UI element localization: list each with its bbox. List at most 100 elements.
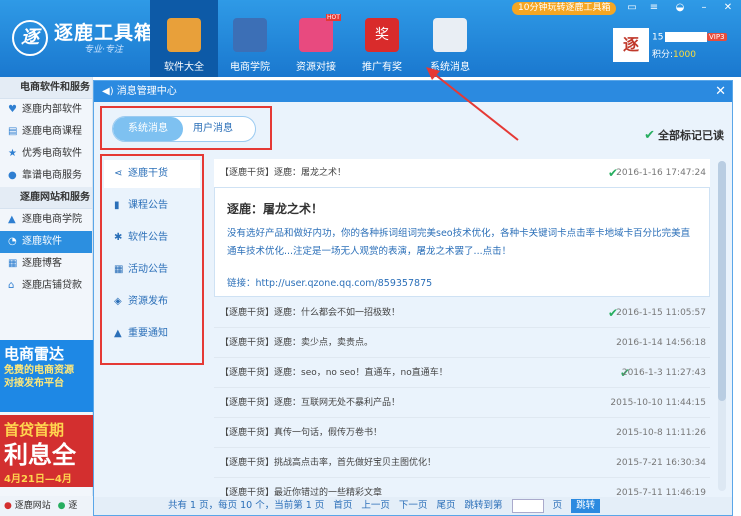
minimize-icon[interactable]: –: [696, 2, 712, 14]
list-item[interactable]: 【逐鹿干货】逐鹿：seo，no seo！直通车，no直通车！ ✔ 2016-1-3 …: [214, 359, 710, 388]
message-title: 【逐鹿干货】逐鹿：什么都会不如一招极致！: [220, 308, 401, 318]
tutorial-button[interactable]: 10分钟玩转逐鹿工具箱: [512, 2, 616, 15]
more-link[interactable]: 逐: [68, 501, 77, 511]
pager-last[interactable]: 尾页: [436, 497, 455, 515]
top-bar: 逐 逐鹿工具箱 专业·专注 软件大全 电商学院 HOT 资源对接 奖 推广有奖 …: [0, 0, 741, 77]
sidebar-item-label: 优秀电商软件: [22, 148, 82, 159]
tab-system-messages[interactable]: 系统消息: [113, 117, 183, 141]
scrollbar-thumb[interactable]: [718, 161, 726, 401]
pager-next[interactable]: 下一页: [399, 497, 428, 515]
mark-all-read-button[interactable]: ✔ 全部标记已读: [644, 127, 724, 143]
list-item[interactable]: 【逐鹿干货】挑战高点击率，首先做好宝贝主图优化！ 2015-7-21 16:30:…: [214, 449, 710, 478]
list-item[interactable]: 【逐鹿干货】逐鹿：卖少点，卖贵点。 2016-1-14 14:56:18: [214, 329, 710, 358]
pager-first[interactable]: 首页: [333, 497, 352, 515]
tabs-highlight: 系统消息 用户消息: [100, 106, 272, 150]
category-dry-goods[interactable]: ⋖ 逐鹿干货: [104, 160, 200, 188]
message-title: 【逐鹿干货】逐鹿：屠龙之术！: [220, 168, 347, 178]
nav-label: 资源对接: [296, 62, 336, 73]
sidebar-item-label: 逐鹿电商课程: [22, 126, 82, 137]
message-title: 【逐鹿干货】逐鹿：卖少点，卖贵点。: [220, 338, 374, 348]
message-center-panel: ◀) 消息管理中心 ✕ 系统消息 用户消息 ✔ 全部标记已读 ⋖ 逐鹿干货 ▮ 课程公…: [93, 80, 733, 516]
category-label: 软件公告: [128, 232, 168, 243]
category-important[interactable]: ▲ 重要通知: [104, 320, 200, 348]
close-icon[interactable]: ✕: [715, 81, 726, 102]
ad-line: 免费的电商资源: [4, 365, 74, 376]
list-item[interactable]: 【逐鹿干货】逐鹿：互联网无处不暴利产品！ 2015-10-10 11:44:15: [214, 389, 710, 418]
category-software[interactable]: ✱ 软件公告: [104, 224, 200, 252]
nav-promotion[interactable]: 奖 推广有奖: [348, 0, 416, 77]
nav-system-messages[interactable]: 系统消息: [416, 0, 484, 77]
user-points: 积分:1000: [652, 47, 696, 60]
sidebar-item-academy[interactable]: ▲ 逐鹿电商学院: [0, 209, 92, 231]
message-date: 2015-10-8 11:11:26: [616, 428, 706, 438]
gift-icon: 奖: [365, 18, 399, 52]
message-date: 2015-7-21 16:30:34: [616, 458, 706, 468]
page-number-input[interactable]: [511, 498, 544, 513]
message-date: 2016-1-16 17:47:24: [616, 168, 706, 178]
pager-summary: 共有 1 页，每页 10 个，当前第 1 页: [168, 500, 325, 511]
app-slogan: 专业·专注: [84, 45, 123, 55]
chat-icon[interactable]: ▭: [624, 2, 640, 14]
share-icon: ⋖: [114, 168, 123, 179]
sidebar-item-courses[interactable]: ▤ 逐鹿电商课程: [0, 121, 92, 143]
points-label: 积分:: [652, 50, 674, 60]
sidebar-section-head[interactable]: 逐鹿网站和服务: [0, 187, 92, 209]
message-title: 【逐鹿干货】挑战高点击率，首先做好宝贝主图优化！: [220, 458, 437, 468]
tab-user-messages[interactable]: 用户消息: [183, 117, 243, 141]
pager-jump-label: 跳转到第: [464, 500, 503, 511]
list-item[interactable]: 【逐鹿干货】逐鹿：什么都会不如一招极致！ ✔ 2016-1-15 11:05:57: [214, 299, 710, 328]
app-logo: 逐: [12, 20, 48, 56]
pager-prev[interactable]: 上一页: [361, 497, 390, 515]
nav-label: 系统消息: [430, 62, 470, 73]
category-resources[interactable]: ◈ 资源发布: [104, 288, 200, 316]
sidebar-item-internal-software[interactable]: ♥ 逐鹿内部软件: [0, 99, 92, 121]
layers-icon: ◈: [114, 296, 122, 307]
grid-icon: ▦: [8, 258, 18, 269]
close-icon[interactable]: ✕: [720, 2, 736, 14]
category-events[interactable]: ▦ 活动公告: [104, 256, 200, 284]
app-title: 逐鹿工具箱: [54, 22, 155, 44]
menu-icon[interactable]: ≡: [646, 2, 662, 14]
speaker-icon: ◀): [102, 86, 117, 97]
skin-icon[interactable]: ◒: [672, 2, 688, 14]
message-date: 2016-1-3 11:27:43: [621, 368, 706, 378]
sidebar-item-services[interactable]: ● 靠谱电商服务: [0, 165, 92, 187]
ad-radar[interactable]: 电商雷达 免费的电商资源 对接发布平台: [0, 340, 93, 412]
sidebar-item-label: 逐鹿内部软件: [22, 104, 82, 115]
list-item[interactable]: 【逐鹿干货】真传一句话，假传万卷书！ 2015-10-8 11:11:26: [214, 419, 710, 448]
scrollbar[interactable]: [718, 161, 726, 491]
sidebar-item-good-software[interactable]: ★ 优秀电商软件: [0, 143, 92, 165]
nav-resources[interactable]: HOT 资源对接: [282, 0, 350, 77]
box-icon: [167, 18, 201, 52]
nav-software[interactable]: 软件大全: [150, 0, 218, 77]
nav-academy[interactable]: 电商学院: [216, 0, 284, 77]
avatar[interactable]: 逐: [613, 28, 649, 62]
message-title: 【逐鹿干货】逐鹿：互联网无处不暴利产品！: [220, 398, 401, 408]
ad-title: 电商雷达: [4, 345, 65, 363]
pager-go-button[interactable]: 跳转: [571, 498, 601, 513]
sidebar-item-label: 逐鹿博客: [22, 258, 62, 269]
site-icon: ●: [4, 501, 12, 511]
ad-line: 首贷首期: [4, 421, 65, 439]
category-course[interactable]: ▮ 课程公告: [104, 192, 200, 220]
message-title: 【逐鹿干货】真传一句话，假传万卷书！: [220, 428, 383, 438]
bell-icon: ▲: [114, 328, 122, 339]
bottom-bar: ● 逐鹿网站 ● 逐: [0, 496, 93, 516]
ad-line: 4月21日—4月: [4, 474, 72, 485]
gear-icon: ✱: [114, 232, 123, 243]
message-title: 【逐鹿干货】逐鹿：seo，no seo！直通车，no直通车！: [220, 368, 448, 378]
message-tabs: 系统消息 用户消息: [112, 116, 256, 142]
heart-icon: ♥: [8, 104, 17, 115]
list-item[interactable]: 【逐鹿干货】逐鹿：屠龙之术！ ✔ 2016-1-16 17:47:24: [214, 159, 710, 188]
ad-loan[interactable]: 首贷首期 利息全 4月21日—4月: [0, 415, 93, 487]
nav-label: 电商学院: [230, 62, 270, 73]
sidebar-section-head[interactable]: 电商软件和服务: [0, 77, 92, 99]
message-date: 2016-1-14 14:56:18: [616, 338, 706, 348]
sidebar-item-software[interactable]: ◔ 逐鹿软件: [0, 231, 92, 253]
book-icon: ▤: [8, 126, 18, 137]
sidebar-item-loans[interactable]: ⌂ 逐鹿店铺贷款: [0, 275, 92, 297]
hot-badge: HOT: [326, 14, 341, 21]
site-link[interactable]: 逐鹿网站: [15, 501, 51, 511]
sidebar-item-blog[interactable]: ▦ 逐鹿博客: [0, 253, 92, 275]
detail-link[interactable]: 链接：http://user.qzone.qq.com/859357875: [227, 275, 697, 289]
